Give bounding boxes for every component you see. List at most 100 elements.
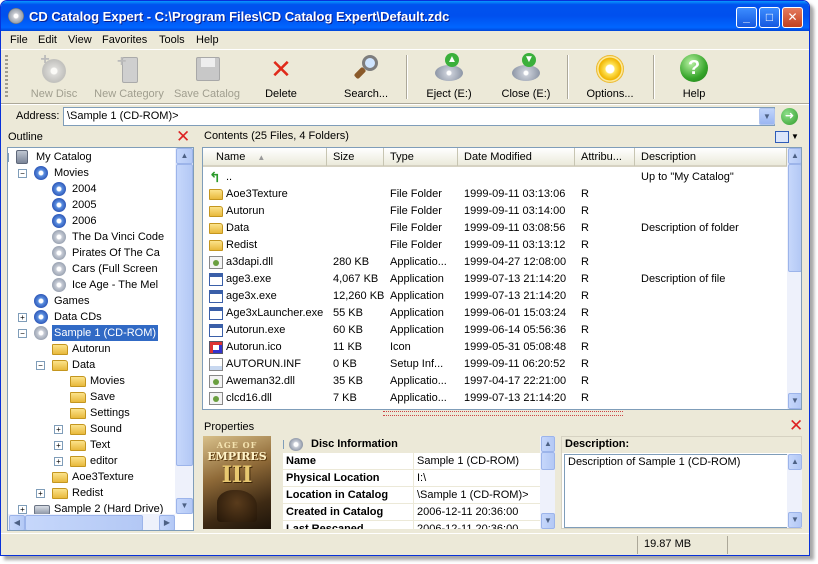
tree-node[interactable]: − My Catalog bbox=[8, 149, 175, 165]
column-name[interactable]: Name ▲ bbox=[203, 148, 327, 166]
collapse-icon[interactable]: − bbox=[18, 169, 27, 178]
scroll-down-arrow[interactable]: ▼ bbox=[176, 498, 193, 514]
table-row[interactable]: Aoe3Texture File Folder 1999-09-11 03:13:0… bbox=[203, 186, 787, 203]
title-bar[interactable]: CD Catalog Expert - C:\Program Files\CD … bbox=[1, 1, 809, 31]
tree-node[interactable]: Movies bbox=[8, 373, 175, 389]
chevron-down-icon[interactable]: ▼ bbox=[791, 132, 799, 141]
property-row[interactable]: Last Rescaned 2006-12-11 20:36:00 bbox=[283, 521, 540, 529]
save-catalog-button[interactable]: Save Catalog bbox=[171, 53, 243, 101]
scroll-thumb[interactable] bbox=[788, 164, 801, 272]
section-header[interactable]: − Disc Information bbox=[283, 436, 540, 453]
chevron-down-icon[interactable]: ▼ bbox=[759, 108, 775, 125]
tree-node[interactable]: 2004 bbox=[8, 181, 175, 197]
tree-node[interactable]: + Text bbox=[8, 437, 175, 453]
tree-node[interactable]: − Data bbox=[8, 357, 175, 373]
close-properties-icon[interactable]: ✕ bbox=[789, 417, 803, 434]
collapse-icon[interactable]: − bbox=[283, 440, 284, 449]
property-value[interactable]: Sample 1 (CD-ROM) bbox=[413, 453, 540, 469]
tree-node[interactable]: − Sample 1 (CD-ROM) bbox=[8, 325, 175, 341]
column-description[interactable]: Description bbox=[635, 148, 787, 166]
property-row[interactable]: Name Sample 1 (CD-ROM) bbox=[283, 453, 540, 470]
tree-node[interactable]: 2005 bbox=[8, 197, 175, 213]
collapse-icon[interactable]: − bbox=[36, 361, 45, 370]
table-row[interactable]: Autorun.exe 60 KB Application 1999-06-14 05… bbox=[203, 322, 787, 339]
close-window-button[interactable]: ✕ bbox=[782, 7, 803, 28]
table-row[interactable]: ↰.. Up to "My Catalog" bbox=[203, 169, 787, 186]
table-row[interactable]: a3dapi.dll 280 KB Applicatio... 1999-04-27 … bbox=[203, 254, 787, 271]
table-row[interactable]: Data File Folder 1999-09-11 03:08:56 R Descr… bbox=[203, 220, 787, 237]
table-row[interactable]: Redist File Folder 1999-09-11 03:13:12 R bbox=[203, 237, 787, 254]
table-row[interactable]: Aweman32.dll 35 KB Applicatio... 1997-04-17… bbox=[203, 373, 787, 390]
file-list[interactable]: Name ▲ Size Type Date Modified Attribu...… bbox=[202, 147, 802, 410]
expand-icon[interactable]: + bbox=[54, 441, 63, 450]
collapse-icon[interactable]: − bbox=[18, 329, 27, 338]
tree-node[interactable]: Ice Age - The Mel bbox=[8, 277, 175, 293]
description-vscrollbar[interactable]: ▲ ▼ bbox=[787, 454, 802, 528]
column-type[interactable]: Type bbox=[384, 148, 458, 166]
tree-node[interactable]: Pirates Of The Ca bbox=[8, 245, 175, 261]
menu-help[interactable]: Help bbox=[196, 34, 219, 46]
table-row[interactable]: Autorun File Folder 1999-09-11 03:14:00 R bbox=[203, 203, 787, 220]
close-tray-button[interactable]: ▼ Close (E:) bbox=[498, 53, 554, 101]
column-size[interactable]: Size bbox=[327, 148, 384, 166]
scroll-down-arrow[interactable]: ▼ bbox=[541, 513, 555, 529]
address-input[interactable]: \Sample 1 (CD-ROM)> bbox=[63, 107, 775, 126]
go-arrow-icon[interactable]: ➜ bbox=[781, 108, 798, 125]
scroll-up-arrow[interactable]: ▲ bbox=[541, 436, 555, 452]
view-mode-icon[interactable] bbox=[775, 131, 789, 143]
scroll-up-arrow[interactable]: ▲ bbox=[788, 454, 802, 470]
scroll-up-arrow[interactable]: ▲ bbox=[788, 148, 801, 164]
tree-node[interactable]: Autorun bbox=[8, 341, 175, 357]
tree-node[interactable]: + editor bbox=[8, 453, 175, 469]
table-row[interactable]: Age3xLauncher.exe 55 KB Application 1999-06… bbox=[203, 305, 787, 322]
expand-icon[interactable]: + bbox=[36, 489, 45, 498]
tree-node[interactable]: + Redist bbox=[8, 485, 175, 501]
column-date-modified[interactable]: Date Modified bbox=[458, 148, 575, 166]
scroll-thumb[interactable] bbox=[541, 452, 555, 470]
tree-vscrollbar[interactable]: ▲ ▼ bbox=[175, 148, 193, 514]
tree-node[interactable]: + Data CDs bbox=[8, 309, 175, 325]
expand-icon[interactable]: + bbox=[18, 313, 27, 322]
collapse-icon[interactable]: − bbox=[8, 153, 9, 162]
description-text[interactable]: Description of Sample 1 (CD-ROM) bbox=[564, 454, 788, 528]
tree-node[interactable]: Cars (Full Screen bbox=[8, 261, 175, 277]
tree-node[interactable]: Settings bbox=[8, 405, 175, 421]
delete-button[interactable]: ✕ Delete bbox=[256, 53, 306, 101]
tree-hscrollbar[interactable]: ◀ ▶ bbox=[8, 514, 175, 530]
expand-icon[interactable]: + bbox=[54, 425, 63, 434]
close-outline-icon[interactable]: ✕ bbox=[176, 128, 190, 145]
tree-node[interactable]: Save bbox=[8, 389, 175, 405]
menu-favorites[interactable]: Favorites bbox=[102, 34, 147, 46]
eject-button[interactable]: ▲ Eject (E:) bbox=[421, 53, 477, 101]
tree-node[interactable]: Games bbox=[8, 293, 175, 309]
tree-node[interactable]: The Da Vinci Code bbox=[8, 229, 175, 245]
list-vscrollbar[interactable]: ▲ ▼ bbox=[787, 148, 801, 409]
tree-node[interactable]: Aoe3Texture bbox=[8, 469, 175, 485]
new-category-button[interactable]: + New Category bbox=[89, 53, 169, 101]
catalog-tree[interactable]: −My Catalog−Movies200420052006The Da Vin… bbox=[7, 147, 194, 531]
scroll-up-arrow[interactable]: ▲ bbox=[176, 148, 193, 164]
scroll-thumb[interactable] bbox=[25, 515, 143, 530]
table-row[interactable]: Autorun.ico 11 KB Icon 1999-05-31 05:08:48 R bbox=[203, 339, 787, 356]
search-button[interactable]: Search... bbox=[336, 53, 396, 101]
property-value[interactable]: I:\ bbox=[413, 470, 540, 486]
toolbar-grip[interactable] bbox=[5, 55, 8, 99]
grid-vscrollbar[interactable]: ▲ ▼ bbox=[540, 436, 555, 529]
new-disc-button[interactable]: + New Disc bbox=[23, 52, 85, 101]
scroll-right-arrow[interactable]: ▶ bbox=[159, 515, 175, 530]
menu-edit[interactable]: Edit bbox=[38, 34, 57, 46]
scroll-down-arrow[interactable]: ▼ bbox=[788, 393, 801, 409]
scroll-left-arrow[interactable]: ◀ bbox=[9, 515, 25, 530]
table-row[interactable]: AUTORUN.INF 0 KB Setup Inf... 1999-09-11 06… bbox=[203, 356, 787, 373]
expand-icon[interactable]: + bbox=[18, 505, 27, 514]
property-row[interactable]: Location in Catalog \Sample 1 (CD-ROM)> bbox=[283, 487, 540, 504]
maximize-button[interactable]: □ bbox=[759, 7, 780, 28]
scroll-thumb[interactable] bbox=[176, 164, 193, 466]
menu-view[interactable]: View bbox=[68, 34, 92, 46]
tree-node[interactable]: + Sound bbox=[8, 421, 175, 437]
tree-node[interactable]: 2006 bbox=[8, 213, 175, 229]
minimize-button[interactable]: _ bbox=[736, 7, 757, 28]
menu-tools[interactable]: Tools bbox=[159, 34, 185, 46]
scroll-down-arrow[interactable]: ▼ bbox=[788, 512, 802, 528]
property-value[interactable]: 2006-12-11 20:36:00 bbox=[413, 521, 540, 529]
